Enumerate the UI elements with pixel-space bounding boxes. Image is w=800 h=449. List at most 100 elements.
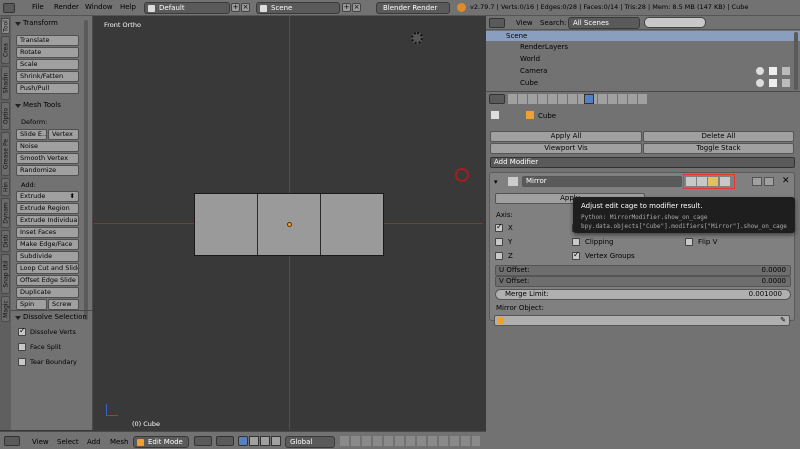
selectability-arrow-icon[interactable]	[769, 67, 777, 75]
outliner-scrollbar[interactable]	[794, 32, 798, 90]
tab-hints[interactable]: Hin	[1, 178, 10, 196]
outliner-row-camera[interactable]: Camera	[486, 66, 800, 76]
vertex-slide-button[interactable]: Vertex	[48, 129, 79, 140]
axis-z-checkbox[interactable]	[495, 252, 503, 260]
menu-add[interactable]: Add	[87, 438, 101, 446]
outliner-row-world[interactable]: World	[486, 54, 800, 64]
eyedropper-icon[interactable]: ✎	[780, 316, 786, 325]
menu-render[interactable]: Render	[54, 3, 79, 11]
dissolve-verts-checkbox[interactable]	[18, 326, 26, 336]
editor-type-3d-icon[interactable]	[4, 436, 20, 446]
v-offset-field[interactable]: V Offset: 0.0000	[495, 276, 791, 287]
selectability-arrow-icon[interactable]	[769, 79, 777, 87]
delete-scene-button[interactable]: ×	[352, 3, 361, 12]
properties-editor-icon[interactable]	[489, 94, 505, 104]
editor-type-icon[interactable]	[3, 3, 15, 13]
3d-viewport[interactable]: Front Ortho (0) Cube	[94, 16, 483, 430]
remove-modifier-icon[interactable]: ✕	[782, 176, 790, 186]
outliner-filter-dropdown[interactable]: All Scenes	[568, 17, 640, 29]
outliner-editor-icon[interactable]	[489, 18, 505, 28]
render-engine-dropdown[interactable]: Blender Render	[376, 2, 450, 14]
delete-layout-button[interactable]: ×	[241, 3, 250, 12]
dissolve-selection-header[interactable]: Dissolve Selection	[11, 312, 87, 323]
menu-file[interactable]: File	[32, 3, 44, 11]
visibility-eye-icon[interactable]	[756, 79, 764, 87]
duplicate-button[interactable]: Duplicate	[16, 287, 79, 298]
make-edge-face-button[interactable]: Make Edge/Face	[16, 239, 79, 250]
menu-mesh[interactable]: Mesh	[110, 438, 128, 446]
axis-x-checkbox[interactable]	[495, 222, 503, 232]
menu-help[interactable]: Help	[120, 3, 136, 11]
spin-button[interactable]: Spin	[16, 299, 47, 310]
screen-layout-dropdown[interactable]: Default	[144, 2, 230, 14]
offset-edge-slide-button[interactable]: Offset Edge Slide	[16, 275, 79, 286]
outliner-menu-view[interactable]: View	[516, 19, 533, 27]
tear-boundary-checkbox[interactable]	[18, 358, 26, 366]
render-camera-icon[interactable]	[782, 67, 790, 75]
scene-dropdown[interactable]: Scene	[256, 2, 340, 14]
extrude-individual-button[interactable]: Extrude Individual	[16, 215, 79, 226]
slide-edge-button[interactable]: Slide E...	[16, 129, 47, 140]
tab-grease-pencil[interactable]: Grease Pe	[1, 132, 10, 176]
screw-button[interactable]: Screw	[48, 299, 79, 310]
noise-button[interactable]: Noise	[16, 141, 79, 152]
loop-cut-and-slide-button[interactable]: Loop Cut and Slide	[16, 263, 79, 274]
tab-dynamics[interactable]: Dynam	[1, 198, 10, 228]
render-camera-icon[interactable]	[782, 79, 790, 87]
visibility-eye-icon[interactable]	[756, 67, 764, 75]
tab-create[interactable]: Crea	[1, 36, 10, 64]
toggle-stack-button[interactable]: Toggle Stack	[643, 143, 794, 154]
mirror-object-field[interactable]: ✎	[494, 315, 790, 326]
add-scene-button[interactable]: +	[342, 3, 351, 12]
randomize-button[interactable]: Randomize	[16, 165, 79, 176]
tab-snap-utilities[interactable]: Snap Util	[1, 254, 10, 294]
lamp-icon[interactable]	[411, 32, 423, 44]
shrink-fatten-button[interactable]: Shrink/Fatten	[16, 71, 79, 82]
smooth-vertex-button[interactable]: Smooth Vertex	[16, 153, 79, 164]
menu-view[interactable]: View	[32, 438, 49, 446]
outliner-search-input[interactable]	[644, 17, 706, 28]
inset-faces-button[interactable]: Inset Faces	[16, 227, 79, 238]
transform-orientation-dropdown[interactable]: Global	[285, 436, 335, 448]
axis-y-checkbox[interactable]	[495, 238, 503, 246]
translate-manipulator-icon[interactable]	[249, 436, 259, 446]
menu-select[interactable]: Select	[57, 438, 79, 446]
manipulator-toggle-icon[interactable]	[238, 436, 248, 446]
merge-limit-field[interactable]: Merge Limit: 0.001000	[495, 289, 791, 300]
properties-context-tabs[interactable]	[508, 94, 648, 104]
realtime-toggle-icon[interactable]	[697, 177, 707, 186]
scale-button[interactable]: Scale	[16, 59, 79, 70]
subdivide-button[interactable]: Subdivide	[16, 251, 79, 262]
push-pull-button[interactable]: Push/Pull	[16, 83, 79, 94]
extrude-dropdown[interactable]: Extrude ⬍	[16, 191, 79, 202]
modifier-name-field[interactable]: Mirror	[522, 176, 682, 187]
delete-all-button[interactable]: Delete All	[643, 131, 794, 142]
tab-options[interactable]: Optio	[1, 102, 10, 130]
add-layout-button[interactable]: +	[231, 3, 240, 12]
mode-dropdown[interactable]: Edit Mode	[133, 436, 189, 448]
menu-window[interactable]: Window	[85, 3, 113, 11]
pivot-point-dropdown[interactable]	[216, 436, 234, 446]
tab-tools[interactable]: Tool	[1, 18, 10, 34]
clipping-checkbox[interactable]	[572, 238, 580, 246]
rotate-manipulator-icon[interactable]	[260, 436, 270, 446]
extrude-region-button[interactable]: Extrude Region	[16, 203, 79, 214]
apply-all-button[interactable]: Apply All	[490, 131, 642, 142]
collapse-arrow-icon[interactable]: ▾	[494, 178, 500, 186]
outliner-row-renderlayers[interactable]: RenderLayers	[486, 42, 800, 52]
viewport-vis-button[interactable]: Viewport Vis	[490, 143, 642, 154]
translate-button[interactable]: Translate	[16, 35, 79, 46]
face-split-checkbox[interactable]	[18, 343, 26, 351]
layers-and-snapping-buttons[interactable]	[340, 436, 480, 446]
mesh-tools-panel-header[interactable]: Mesh Tools	[11, 100, 87, 111]
u-offset-field[interactable]: U Offset: 0.0000	[495, 265, 791, 276]
on-cage-toggle-icon[interactable]	[720, 177, 730, 186]
tab-magic[interactable]: Magic	[1, 296, 10, 322]
tab-distribute[interactable]: Disti	[1, 230, 10, 252]
3d-cursor-icon[interactable]	[455, 168, 469, 182]
cube-mesh[interactable]	[194, 193, 384, 256]
flip-v-checkbox[interactable]	[685, 238, 693, 246]
move-down-icon[interactable]	[764, 177, 774, 186]
toolshelf-scrollbar[interactable]	[84, 20, 88, 320]
tab-shading[interactable]: Shadin	[1, 66, 10, 100]
